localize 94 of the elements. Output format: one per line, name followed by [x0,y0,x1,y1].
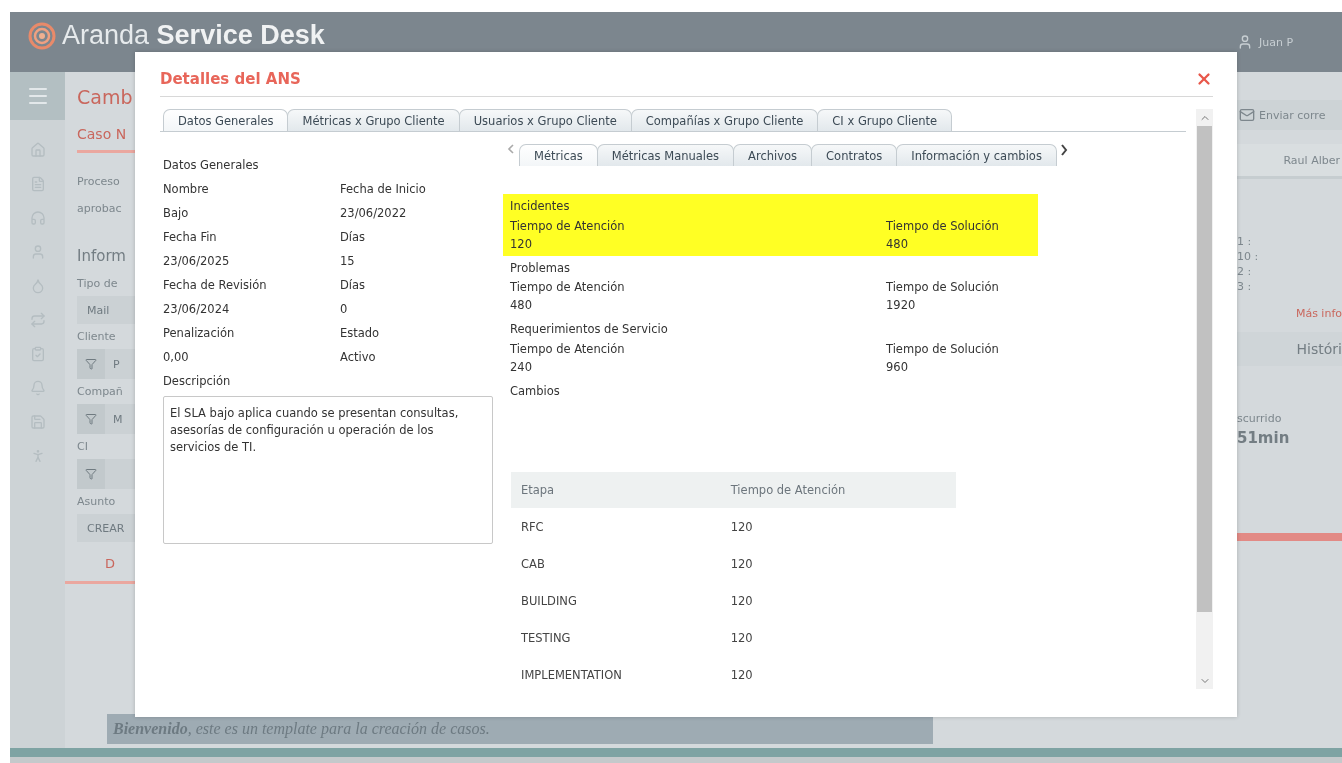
field-value: 23/06/2024 [163,301,231,318]
list-text: 1 : [1237,235,1253,248]
save-icon[interactable] [29,414,46,430]
field-value: 15 [340,253,356,270]
tab[interactable]: Métricas x Grupo Cliente [287,109,460,131]
metric-label: Tiempo de Solución [886,340,1000,358]
field-value: Bajo [163,205,190,222]
table-cell-text: BUILDING [520,592,578,610]
filter-icon [85,468,97,480]
field-label: Penalización [163,325,236,342]
tab[interactable]: CI x Grupo Cliente [817,109,953,131]
tab[interactable]: Datos Generales [163,109,289,131]
subtab[interactable]: Métricas Manuales [596,144,735,166]
clipboard-icon[interactable] [29,346,46,362]
menu-button[interactable] [10,72,65,120]
table-cell-text: TESTING [520,629,572,647]
body-text: aprobac [77,202,123,215]
field-value: Activo [340,349,377,366]
field-label: Fecha de Revisión [163,277,268,294]
field-value: 0 [340,301,349,318]
table-cell-text: 120 [729,555,754,573]
table-cell-text: 120 [729,592,754,610]
metric-value: 960 [886,358,909,376]
assignee-cell: Raul Alber [1237,144,1342,179]
field-label: Fecha de Inicio [340,181,427,198]
field-label: Nombre [163,181,210,198]
field-label: Días [340,229,367,246]
mail-icon [1239,107,1255,123]
metric-group-name: Cambios [510,382,561,400]
elapsed-label: scurrido [1237,412,1283,425]
filter-icon [85,358,97,370]
table-cell-text: CAB [520,555,546,573]
body-text: Proceso [77,175,121,188]
list-text: 2 : [1237,265,1253,278]
metric-group-name: Problemas [510,259,572,277]
metric-label: Tiempo de Atención [510,217,626,235]
app-logo-text: Aranda Service Desk [62,20,325,51]
field-label: Cliente [77,330,117,343]
list-text: 3 : [1237,280,1253,293]
column-header: Tiempo de Atención [720,472,956,508]
document-icon[interactable] [29,176,46,192]
field-label: Descripción [163,373,232,390]
field-label: Asunto [77,495,117,508]
metric-value: 1920 [886,297,917,314]
description-textarea[interactable]: El SLA bajo aplica cuando se presentan consultas, asesorías de configuración u operación de los servicios de TI. [163,396,493,544]
field-label: Compañ [77,385,124,398]
repeat-icon[interactable] [29,312,46,328]
section-heading: Inform [77,247,127,265]
metric-value: 240 [510,358,533,376]
filter-icon [85,413,97,425]
headset-icon[interactable] [29,210,46,226]
scrollbar[interactable] [1196,109,1213,689]
metric-value: 480 [510,297,533,314]
field-label: Tipo de [77,277,119,290]
user-icon [1237,34,1253,50]
filter-field[interactable] [77,459,135,489]
scroll-left-icon[interactable] [507,144,515,154]
dialog-title: Detalles del ANS [160,70,301,88]
metric-value: 480 [886,235,909,253]
table-cell: RFC [511,508,721,545]
bell-icon[interactable] [29,380,46,396]
elapsed-value: 51min [1237,429,1291,447]
table-cell-text: 120 [729,666,754,684]
field-label: Fecha Fin [163,229,218,246]
metric-label: Tiempo de Solución [886,279,1000,296]
field-label: Estado [340,325,381,342]
home-icon[interactable] [29,142,46,158]
subtab[interactable]: Métricas [519,144,598,166]
scroll-right-icon[interactable] [1059,144,1068,156]
metric-label: Tiempo de Atención [510,340,626,358]
field-value: 0,00 [163,349,190,366]
tab[interactable]: Compañías x Grupo Cliente [630,109,819,131]
subtab[interactable]: Información y cambios [896,144,1057,166]
logo-icon [28,21,56,50]
metric-label: Tiempo de Atención [510,279,626,296]
table-cell-text: IMPLEMENTATION [520,666,623,684]
tab[interactable]: Usuarios x Grupo Cliente [458,109,632,131]
metric-group-name: Requerimientos de Servicio [510,321,669,338]
table-cell-text: 120 [729,629,754,647]
field-value: 23/06/2025 [163,253,231,270]
column-header: Etapa [511,472,721,508]
metric-group-name: Incidentes [510,198,571,215]
page-title: Camb [77,86,134,108]
field-value: 23/06/2022 [340,205,408,222]
metric-value: 120 [510,235,533,253]
section-heading: Datos Generales [163,158,260,172]
list-text: 10 : [1237,250,1260,263]
subtab[interactable]: Contratos [811,144,898,166]
field-label: CI [77,440,89,453]
field-label: Días [340,277,367,294]
close-button[interactable] [1195,70,1213,88]
subtab[interactable]: Archivos [733,144,813,166]
metric-label: Tiempo de Solución [886,217,1000,235]
table-cell: 120 [720,508,956,545]
